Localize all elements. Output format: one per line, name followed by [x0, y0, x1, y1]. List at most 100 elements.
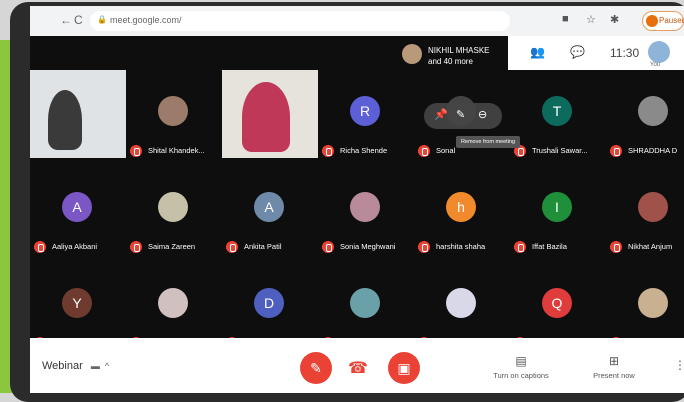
- participant-name-row: Nikhat Anjum: [610, 240, 684, 254]
- video-feed-bharti[interactable]: [222, 70, 318, 158]
- participant-tile[interactable]: R Richa Shende: [318, 70, 414, 166]
- participant-tile[interactable]: Sonia Meghwani: [318, 166, 414, 262]
- participant-avatar: [638, 96, 668, 126]
- top-right-controls: 👥 💬 11:30 You: [508, 36, 684, 70]
- participant-avatar: [350, 192, 380, 222]
- participant-avatar: [638, 192, 668, 222]
- mic-muted-icon: [130, 145, 142, 158]
- participant-tile[interactable]: Shital Khandek...: [126, 70, 222, 166]
- participant-avatar: [158, 192, 188, 222]
- back-icon[interactable]: ←: [60, 13, 72, 27]
- meeting-details-button[interactable]: Webinar ▬ ^: [42, 360, 109, 372]
- participant-avatar: D: [254, 288, 284, 318]
- address-bar[interactable]: 🔒 meet.google.com/: [90, 11, 510, 31]
- people-icon[interactable]: 👥: [530, 45, 545, 59]
- participant-avatar: [446, 288, 476, 318]
- mic-muted-icon: [130, 241, 142, 254]
- participant-name: Iffat Bazila: [532, 242, 567, 251]
- participant-avatar: [350, 288, 380, 318]
- participant-name: Sonia Meghwani: [340, 242, 396, 251]
- present-label: Present now: [593, 371, 635, 380]
- profile-icon: [646, 15, 658, 27]
- more-options-icon[interactable]: ⋮: [674, 358, 684, 372]
- browser-bar: ← C 🔒 meet.google.com/ ■ ☆ ✱ Paused: [30, 6, 684, 36]
- participant-name: Aaliya Akbani: [52, 242, 98, 251]
- remove-icon[interactable]: ⊖: [478, 108, 487, 121]
- participant-tile[interactable]: A Ankita Patil: [222, 166, 318, 262]
- url-text: meet.google.com/: [110, 15, 182, 25]
- participant-name: SHRADDHA D: [628, 146, 678, 155]
- participant-name-row: Aaliya Akbani: [34, 240, 126, 254]
- participant-tile[interactable]: Nikhat Anjum: [606, 166, 684, 262]
- participant-tile[interactable]: A Aaliya Akbani: [30, 166, 126, 262]
- participant-name-row: Trushali Sawar...: [514, 144, 606, 158]
- lock-icon: 🔒: [97, 15, 107, 24]
- participant-name: Ankita Patil: [244, 242, 282, 251]
- mic-muted-icon: [514, 241, 526, 254]
- video-feed-suhas[interactable]: [30, 70, 126, 158]
- bottom-toolbar: Webinar ▬ ^ ✎ ☎ ▣ ▤ Turn on captions ⊞ P…: [30, 338, 684, 393]
- self-label: You: [650, 62, 661, 68]
- presenter-info: NIKHIL MHASKE and 40 more: [402, 42, 522, 70]
- person-figure: [48, 90, 82, 150]
- camera-toggle-button[interactable]: ▣: [388, 352, 420, 384]
- presenter-avatar: [402, 44, 422, 64]
- participant-avatar: Y: [62, 288, 92, 318]
- webinar-label: Webinar: [42, 360, 83, 372]
- participant-name-row: Sonia Meghwani: [322, 240, 414, 254]
- extensions-icon[interactable]: ✱: [610, 13, 619, 26]
- paused-label: Paused: [659, 16, 684, 25]
- participant-avatar: I: [542, 192, 572, 222]
- star-icon[interactable]: ☆: [586, 13, 596, 26]
- participant-name-row: Ankita Patil: [226, 240, 318, 254]
- participant-name-row: Iffat Bazila: [514, 240, 606, 254]
- camera-icon[interactable]: ■: [562, 13, 569, 25]
- captions-icon: ▤: [515, 354, 527, 368]
- mic-off-icon: ✎: [310, 360, 322, 376]
- participant-name-row: harshita shaha: [418, 240, 510, 254]
- participant-name: Richa Shende: [340, 146, 388, 155]
- participant-name: Saima Zareen: [148, 242, 196, 251]
- mic-toggle-button[interactable]: ✎: [300, 352, 332, 384]
- participant-tile[interactable]: h harshita shaha: [414, 166, 510, 262]
- participant-avatar: A: [62, 192, 92, 222]
- chevron-up-icon: ▬ ^: [85, 361, 110, 371]
- hangup-icon[interactable]: ☎: [348, 358, 368, 378]
- participant-avatar: [158, 288, 188, 318]
- participant-avatar: [158, 96, 188, 126]
- mic-muted-icon: [610, 145, 622, 158]
- mic-muted-icon: [322, 145, 334, 158]
- participant-name: Sonal: [436, 146, 456, 155]
- participant-avatar: A: [254, 192, 284, 222]
- participant-avatar: h: [446, 192, 476, 222]
- reload-icon[interactable]: C: [74, 13, 83, 27]
- pin-icon[interactable]: 📌: [434, 108, 448, 121]
- participant-tile[interactable]: I Iffat Bazila: [510, 166, 606, 262]
- participant-name-row: Shital Khandek...: [130, 144, 222, 158]
- participant-name: Nikhat Anjum: [628, 242, 673, 251]
- clock: 11:30: [610, 46, 640, 60]
- participant-name: harshita shaha: [436, 242, 486, 251]
- chat-icon[interactable]: 💬: [570, 45, 585, 59]
- self-avatar[interactable]: [648, 41, 670, 63]
- participant-name: Shital Khandek...: [148, 146, 205, 155]
- present-button[interactable]: ⊞ Present now: [584, 354, 644, 380]
- participant-tile[interactable]: T Trushali Sawar...: [510, 70, 606, 166]
- meeting-grid: NIKHIL MHASKE and 40 more 👥 💬 11:30 You …: [30, 36, 684, 350]
- participant-tile[interactable]: Saima Zareen: [126, 166, 222, 262]
- captions-label: Turn on captions: [493, 371, 549, 380]
- mute-icon[interactable]: ✎: [456, 108, 465, 121]
- camera-off-icon: ▣: [397, 360, 411, 376]
- profile-paused-button[interactable]: Paused: [642, 11, 684, 31]
- mic-muted-icon: [34, 241, 46, 254]
- mic-muted-icon: [418, 145, 430, 158]
- participant-avatar: T: [542, 96, 572, 126]
- participant-name-row: Richa Shende: [322, 144, 414, 158]
- participant-tile[interactable]: SHRADDHA D: [606, 70, 684, 166]
- person-figure: [242, 82, 290, 152]
- participant-hover-controls: 📌 ✎ ⊖: [424, 103, 502, 129]
- captions-button[interactable]: ▤ Turn on captions: [486, 354, 556, 380]
- participant-name: Trushali Sawar...: [532, 146, 588, 155]
- participant-avatar: R: [350, 96, 380, 126]
- mic-muted-icon: [610, 241, 622, 254]
